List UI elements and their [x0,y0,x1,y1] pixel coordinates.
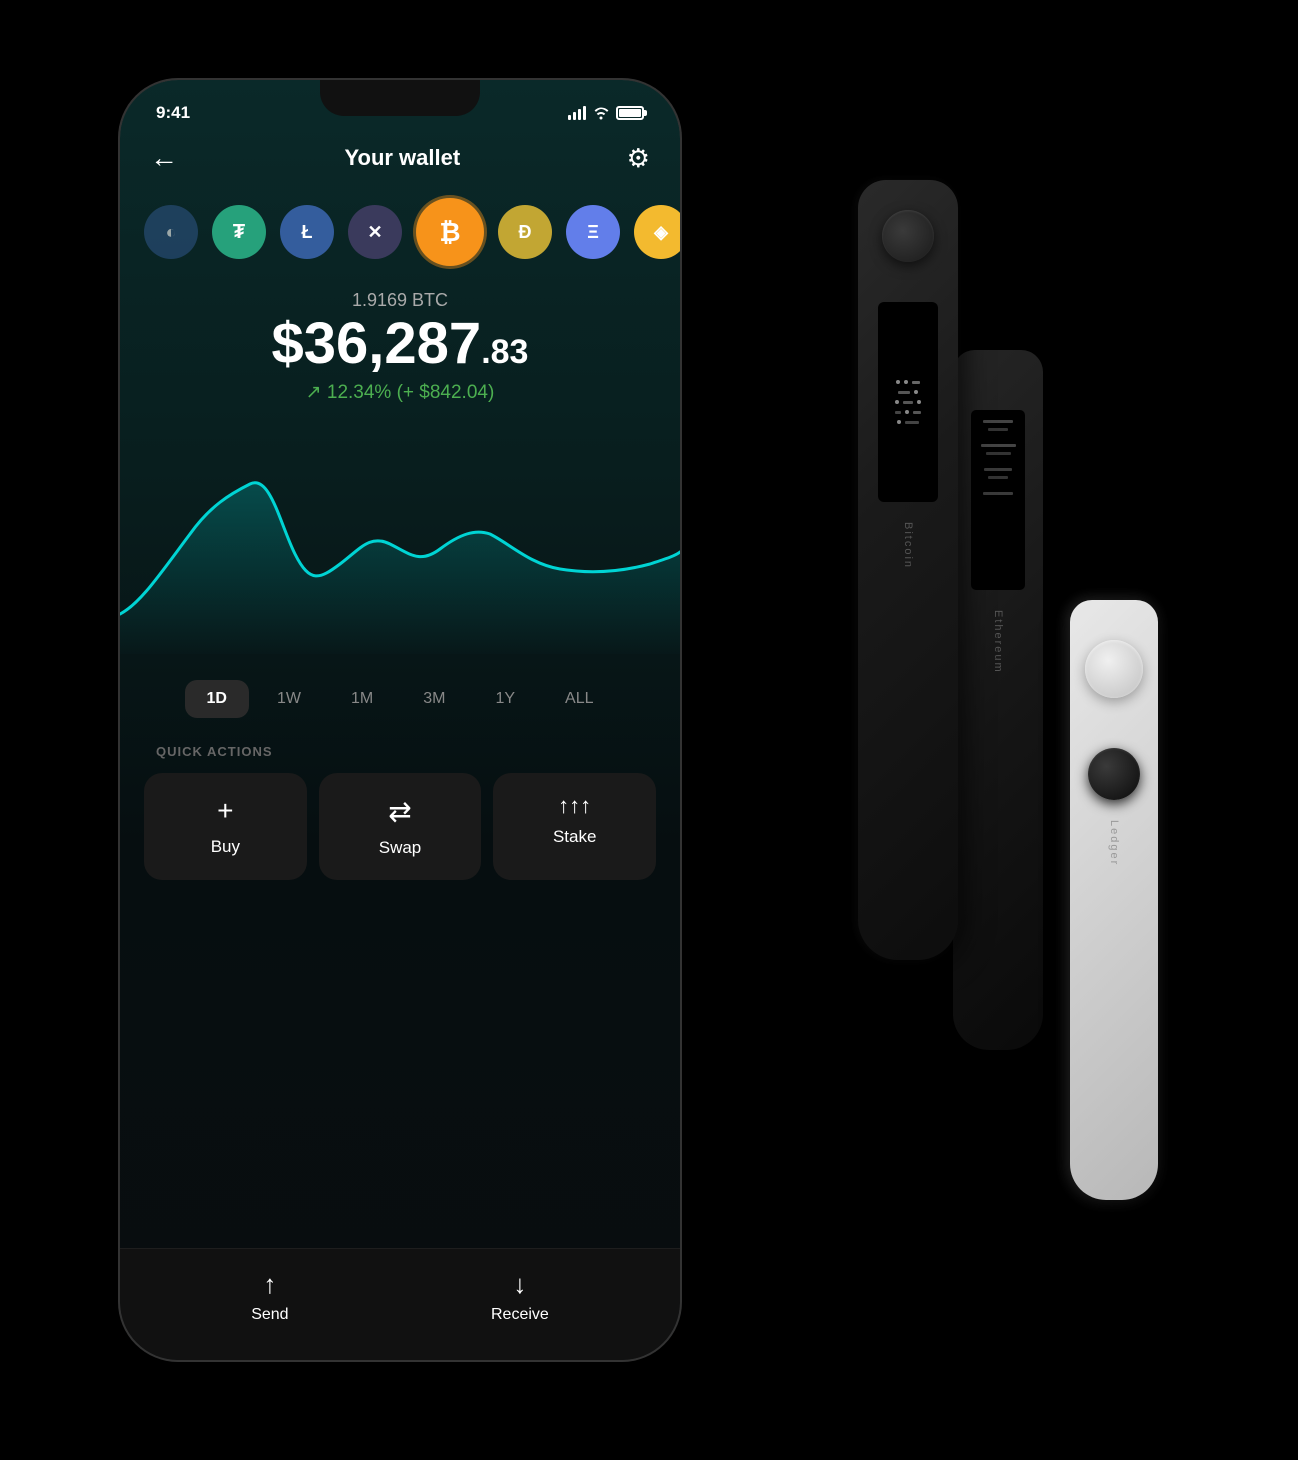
tab-3m[interactable]: 3M [401,680,467,718]
settings-icon[interactable]: ⚙ [627,143,650,174]
phone-screen: 9:41 ← [120,80,680,1360]
coin-bitcoin[interactable]: ₿ [416,198,484,266]
phone-notch [320,80,480,116]
usd-main: $36,287 [272,311,482,376]
chart-svg [120,434,680,654]
swap-icon: ⇄ [388,795,411,828]
hw-device-label-3: Ledger [1108,820,1120,866]
back-button[interactable]: ← [150,142,178,174]
hw-nav-button [882,210,934,262]
coin-litecoin[interactable]: Ł [280,205,334,259]
hw-camera-circle [1088,748,1140,800]
ledger-nano-x-side: Ethereum [953,350,1043,1050]
signal-icon [568,106,586,120]
ledger-nano-x-main: Bitcoin [858,180,958,960]
coin-bnb[interactable]: ◈ [634,205,680,259]
coin-xrp[interactable]: ✕ [348,205,402,259]
stake-label: Stake [553,827,596,847]
send-label: Send [251,1306,288,1324]
tab-all[interactable]: ALL [543,680,615,718]
time-tabs: 1D 1W 1M 3M 1Y ALL [120,664,680,734]
send-icon: ↑ [263,1269,276,1300]
phone-device: 9:41 ← [120,80,680,1360]
hw-device-label-1: Bitcoin [902,522,914,569]
status-time: 9:41 [156,103,190,123]
battery-icon [616,106,644,120]
swap-label: Swap [379,838,422,858]
scene: 9:41 ← [0,0,1298,1460]
receive-action[interactable]: ↓ Receive [491,1269,549,1324]
hw-screen-row-1 [896,380,920,384]
tab-1m[interactable]: 1M [329,680,395,718]
tab-1y[interactable]: 1Y [473,680,537,718]
hw-white-button [1085,640,1143,698]
receive-label: Receive [491,1306,549,1324]
wifi-icon [592,106,610,120]
price-section: 1.9169 BTC $36,287.83 ↗ 12.34% (+ $842.0… [120,280,680,424]
buy-button[interactable]: + Buy [144,773,307,880]
price-change: ↗ 12.34% (+ $842.04) [150,381,650,404]
ledger-nano-s-white: Ledger [1070,600,1158,1200]
nav-bar: ← Your wallet ⚙ [120,132,680,184]
coin-partial[interactable]: ◐ [144,205,198,259]
hw-screen-row-5 [897,420,919,424]
buy-icon: + [217,795,233,827]
hw-screen-row-2 [898,390,918,394]
hw-screen-row-3 [895,400,921,404]
quick-actions-grid: + Buy ⇄ Swap ↑↑↑ Stake [120,773,680,900]
tab-1d[interactable]: 1D [185,680,249,718]
coin-eth[interactable]: Ξ [566,205,620,259]
usd-cents: .83 [481,333,528,371]
swap-button[interactable]: ⇄ Swap [319,773,482,880]
coin-row: ◐ ₮ Ł ✕ ₿ Ð Ξ ◈ A [120,184,680,280]
buy-label: Buy [211,837,240,857]
tab-1w[interactable]: 1W [255,680,323,718]
btc-amount: 1.9169 BTC [150,290,650,311]
coin-tether[interactable]: ₮ [212,205,266,259]
hw-device-label-2: Ethereum [992,610,1004,674]
hw-screen [878,302,938,502]
hw-screen-row-4 [895,410,921,414]
status-icons [568,106,644,120]
bottom-bar: ↑ Send ↓ Receive [120,1248,680,1360]
page-title: Your wallet [344,145,460,171]
quick-actions-label: QUICK ACTIONS [120,734,680,773]
coin-doge[interactable]: Ð [498,205,552,259]
send-action[interactable]: ↑ Send [251,1269,288,1324]
receive-icon: ↓ [513,1269,526,1300]
hw-side-screen [971,410,1025,590]
stake-button[interactable]: ↑↑↑ Stake [493,773,656,880]
stake-icon: ↑↑↑ [558,795,591,817]
usd-price: $36,287.83 [150,315,650,373]
price-chart [120,434,680,654]
